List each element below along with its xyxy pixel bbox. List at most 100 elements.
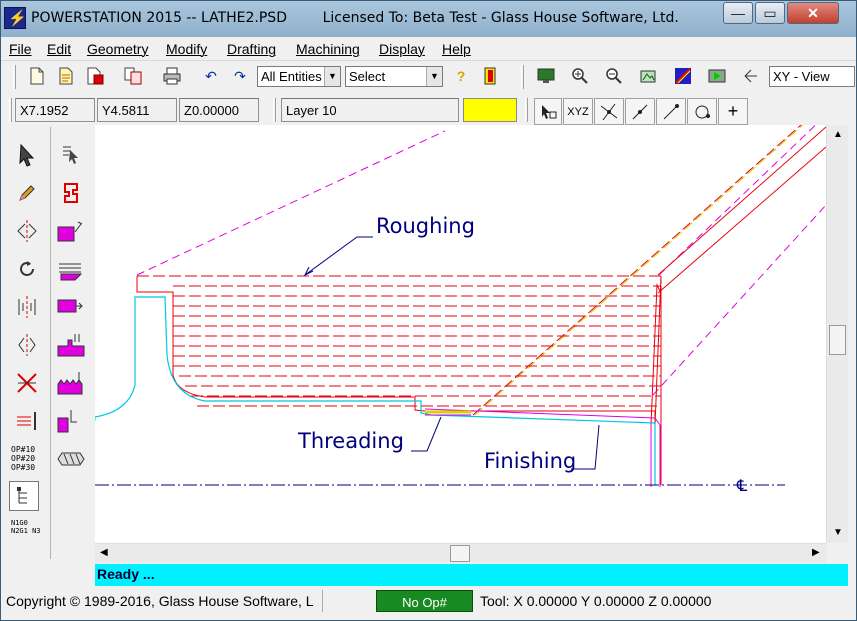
mirror-icon[interactable] [11,215,43,247]
finish-turn-icon[interactable] [55,291,87,323]
drawing-svg[interactable]: ℄ Roughing Threading Finishing [94,114,827,543]
face-turn-icon[interactable] [55,215,87,247]
point-snap-label: + [727,101,739,121]
roughing-label: Roughing [376,214,475,238]
point-snap-icon[interactable]: + [718,98,748,125]
chevron-down-icon[interactable]: ▼ [426,67,442,86]
menu-edit[interactable]: Edit [47,41,71,57]
app-window: POWERSTATION 2015 -- LATHE2.PSD Licensed… [0,0,857,621]
menu-file[interactable]: File [9,41,32,57]
vertical-scroll-thumb[interactable] [829,325,846,355]
undo-icon[interactable]: ↶ [199,64,223,88]
main-toolbar: ↶ ↷ All Entities ▼ Select ▼ ? XY - View [1,61,856,93]
roughing-boundary [657,126,827,276]
title-bar[interactable]: POWERSTATION 2015 -- LATHE2.PSD Licensed… [1,1,856,37]
open-file-icon[interactable] [54,64,78,88]
nc-code-icon[interactable]: N1G0 N2G1 N3 [11,519,43,551]
tree-view-icon[interactable] [9,481,39,511]
finishing-pass [424,408,661,487]
intersection-snap-icon[interactable] [594,98,624,125]
layer-color-swatch[interactable] [463,98,517,122]
toolbar-grip[interactable] [13,65,16,89]
contour-icon[interactable] [55,177,87,209]
cutoff-icon[interactable] [55,405,87,437]
entities-combo[interactable]: All Entities ▼ [257,66,341,87]
threading-leader [411,416,442,452]
app-logo-icon[interactable] [4,7,27,29]
chevron-down-icon[interactable]: ▼ [324,67,340,86]
menu-display[interactable]: Display [379,41,425,57]
finishing-label: Finishing [484,449,576,473]
copy-icon[interactable] [121,64,145,88]
monitor-icon[interactable] [534,64,558,88]
pan-icon[interactable] [636,64,660,88]
threading-label: Threading [297,429,404,453]
rotate-icon[interactable] [739,64,763,88]
horizontal-scrollbar[interactable]: ◀ ▶ [95,543,826,563]
groove-icon[interactable] [55,329,87,361]
select-snap-icon[interactable] [534,98,562,125]
pointer-icon[interactable] [11,139,43,171]
z-coordinate: Z0.00000 [179,98,259,122]
render-icon[interactable] [671,64,695,88]
save-file-icon[interactable] [83,64,107,88]
menu-modify[interactable]: Modify [166,41,207,57]
minimize-button[interactable]: — [723,2,753,24]
tool-palette-right [51,127,93,559]
tool-palette-left: OP#10 OP#20 OP#30 N1G0 N2G1 N3 [5,127,51,559]
new-file-icon[interactable] [25,64,49,88]
menu-geometry[interactable]: Geometry [87,41,148,57]
thread-icon[interactable] [55,367,87,399]
rough-turn-icon[interactable] [55,253,87,285]
close-button[interactable]: ✕ [787,2,839,24]
help-icon[interactable]: ? [449,64,473,88]
print-icon[interactable] [160,64,184,88]
window-title: POWERSTATION 2015 -- LATHE2.PSD Licensed… [31,10,679,26]
select-chain-icon[interactable] [55,139,87,171]
drill-icon[interactable] [55,443,87,475]
extend-icon[interactable] [11,405,43,437]
scroll-left-icon[interactable]: ◀ [100,547,108,558]
toolbar-grip[interactable] [525,98,528,122]
drawing-canvas[interactable]: ℄ Roughing Threading Finishing [94,114,827,543]
zoom-out-icon[interactable] [602,64,626,88]
trim-icon[interactable] [11,367,43,399]
nc-code-label: N1G0 N2G1 N3 [11,519,41,535]
offset-icon[interactable] [11,291,43,323]
layer-field[interactable]: Layer 10 [281,98,459,122]
xyz-snap-icon[interactable]: XYZ [563,98,593,125]
center-snap-icon[interactable] [687,98,717,125]
toolbar-grip[interactable] [9,98,12,122]
scroll-down-icon[interactable]: ▼ [833,527,843,538]
scroll-up-icon[interactable]: ▲ [833,129,843,140]
thread-approach-line [474,124,804,416]
op-label: OP#10 [11,445,36,454]
menu-drafting[interactable]: Drafting [227,41,276,57]
menu-bar: File Edit Geometry Modify Drafting Machi… [1,37,856,61]
y-coordinate: Y4.5811 [97,98,177,122]
simulate-icon[interactable] [705,64,729,88]
midpoint-snap-icon[interactable] [625,98,655,125]
toolbar-grip[interactable] [521,65,524,89]
view-combo[interactable]: XY - View [769,66,855,87]
scroll-right-icon[interactable]: ▶ [812,547,820,558]
menu-help[interactable]: Help [442,41,471,57]
endpoint-snap-icon[interactable] [656,98,686,125]
roughing-outline [136,275,662,426]
maximize-button[interactable]: ▭ [755,2,785,24]
select-combo[interactable]: Select ▼ [345,66,443,87]
redo-icon[interactable]: ↷ [228,64,252,88]
menu-machining[interactable]: Machining [296,41,360,57]
vertical-scrollbar[interactable]: ▲ ▼ [826,125,848,543]
centerline-symbol: ℄ [736,476,748,495]
horizontal-scroll-thumb[interactable] [450,545,470,562]
rotate-tool-icon[interactable] [11,253,43,285]
copy-mirror-icon[interactable] [11,329,43,361]
pencil-icon[interactable] [11,177,43,209]
zoom-in-icon[interactable] [568,64,592,88]
toolbar-grip[interactable] [273,98,276,122]
operation-list-icon[interactable]: OP#10 OP#20 OP#30 [11,445,35,472]
exit-icon[interactable] [478,64,502,88]
copyright-text: Copyright © 1989-2016, Glass House Softw… [3,590,323,612]
roughing-leader [304,236,373,276]
